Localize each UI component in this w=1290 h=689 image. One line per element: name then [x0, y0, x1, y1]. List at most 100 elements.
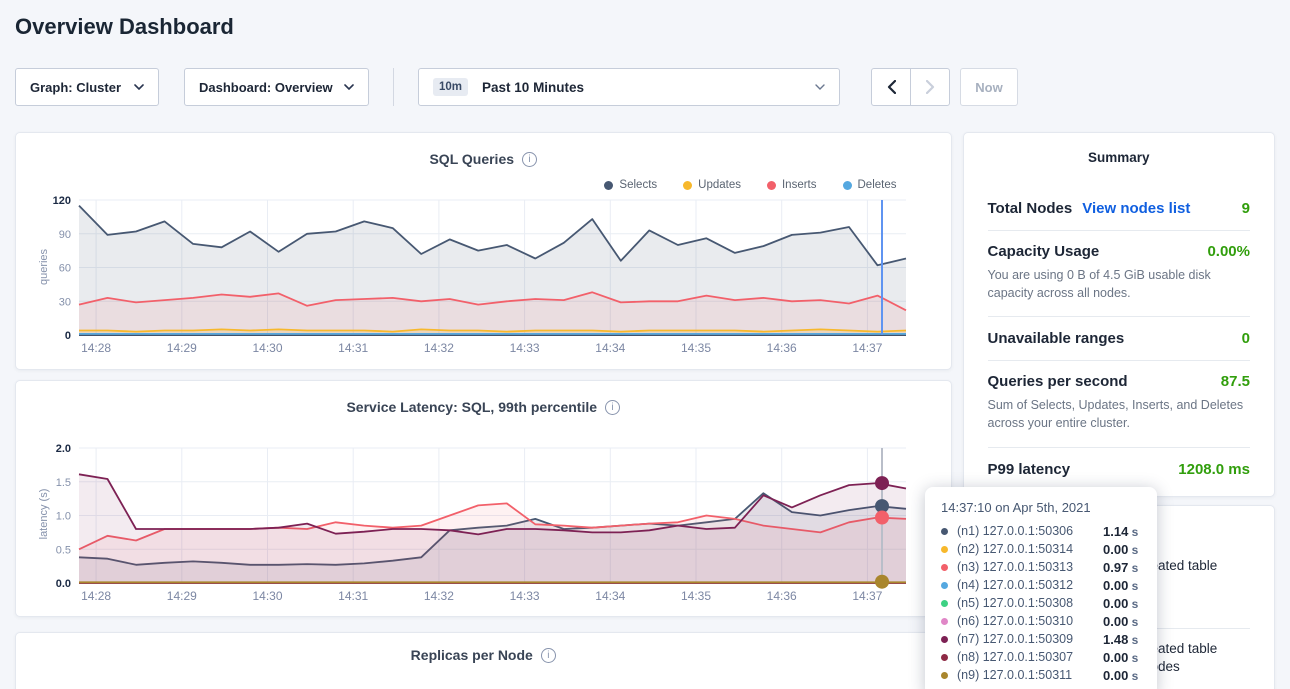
- tooltip-node-address: (n5) 127.0.0.1:50308: [957, 596, 1103, 610]
- summary-row-p99: P99 latency 1208.0 ms: [988, 448, 1251, 492]
- service-latency-chart[interactable]: 14:2814:2914:3014:3114:3214:3314:3414:35…: [16, 437, 961, 618]
- now-button[interactable]: Now: [960, 68, 1018, 106]
- tooltip-node-value: 1.48 s: [1103, 632, 1138, 647]
- time-range-dropdown[interactable]: 10m Past 10 Minutes: [418, 68, 840, 106]
- replicas-per-node-panel: Replicas per Node i: [15, 632, 952, 689]
- svg-text:30: 30: [59, 296, 71, 308]
- tooltip-node-value: 0.00 s: [1103, 578, 1138, 593]
- tooltip-node-address: (n9) 127.0.0.1:50311: [957, 668, 1103, 682]
- svg-text:14:34: 14:34: [595, 341, 625, 355]
- tooltip-node-value: 0.00 s: [1103, 542, 1138, 557]
- node-dot-icon: [941, 618, 948, 625]
- chart-hover-tooltip: 14:37:10 on Apr 5th, 2021 (n1) 127.0.0.1…: [925, 487, 1157, 689]
- tooltip-node-row: (n9) 127.0.0.1:503110.00 s: [941, 666, 1141, 684]
- tooltip-node-address: (n7) 127.0.0.1:50309: [957, 632, 1103, 646]
- tooltip-node-value: 0.00 s: [1103, 596, 1138, 611]
- tooltip-rows: (n1) 127.0.0.1:503061.14 s(n2) 127.0.0.1…: [941, 522, 1141, 684]
- time-next-button[interactable]: [910, 68, 950, 106]
- tooltip-node-address: (n4) 127.0.0.1:50312: [957, 578, 1103, 592]
- node-dot-icon: [941, 654, 948, 661]
- chevron-left-icon: [887, 80, 896, 94]
- graph-dropdown-label: Graph: Cluster: [30, 80, 121, 95]
- charts-column: SQL Queries i SelectsUpdatesInsertsDelet…: [15, 132, 952, 689]
- svg-text:14:33: 14:33: [510, 589, 540, 603]
- svg-text:2.0: 2.0: [56, 443, 71, 455]
- svg-text:14:28: 14:28: [81, 589, 111, 603]
- tooltip-node-row: (n3) 127.0.0.1:503130.97 s: [941, 558, 1141, 576]
- svg-text:14:30: 14:30: [252, 341, 282, 355]
- chevron-right-icon: [926, 80, 935, 94]
- node-dot-icon: [941, 546, 948, 553]
- svg-text:1.0: 1.0: [56, 511, 71, 523]
- svg-text:14:29: 14:29: [167, 341, 197, 355]
- page-title: Overview Dashboard: [15, 14, 1290, 40]
- tooltip-node-address: (n6) 127.0.0.1:50310: [957, 614, 1103, 628]
- chevron-down-icon: [134, 84, 144, 90]
- tooltip-node-row: (n8) 127.0.0.1:503070.00 s: [941, 648, 1141, 666]
- node-dot-icon: [941, 636, 948, 643]
- tooltip-node-value: 1.14 s: [1103, 524, 1138, 539]
- tooltip-node-address: (n1) 127.0.0.1:50306: [957, 524, 1103, 538]
- p99-latency-value: 1208.0 ms: [1178, 461, 1250, 478]
- dashboard-dropdown[interactable]: Dashboard: Overview: [184, 68, 369, 106]
- svg-text:14:36: 14:36: [767, 341, 797, 355]
- summary-row-capacity: Capacity Usage 0.00% You are using 0 B o…: [988, 231, 1251, 317]
- chart-title: Service Latency: SQL, 99th percentile: [346, 399, 597, 415]
- summary-panel: Summary Total Nodes View nodes list 9 Ca…: [963, 132, 1276, 497]
- chevron-down-icon: [815, 84, 825, 90]
- svg-text:14:29: 14:29: [167, 589, 197, 603]
- controls-row: Graph: Cluster Dashboard: Overview 10m P…: [15, 68, 1290, 106]
- service-latency-panel: Service Latency: SQL, 99th percentile i …: [15, 380, 952, 617]
- capacity-label: Capacity Usage: [988, 243, 1100, 260]
- graph-dropdown[interactable]: Graph: Cluster: [15, 68, 159, 106]
- tooltip-node-row: (n5) 127.0.0.1:503080.00 s: [941, 594, 1141, 612]
- chart-title: SQL Queries: [429, 151, 514, 167]
- svg-text:14:37: 14:37: [852, 341, 882, 355]
- tooltip-node-value: 0.97 s: [1103, 560, 1138, 575]
- tooltip-node-address: (n2) 127.0.0.1:50314: [957, 542, 1103, 556]
- info-icon[interactable]: i: [605, 400, 620, 415]
- tooltip-node-row: (n4) 127.0.0.1:503120.00 s: [941, 576, 1141, 594]
- svg-text:14:28: 14:28: [81, 341, 111, 355]
- tooltip-node-row: (n1) 127.0.0.1:503061.14 s: [941, 522, 1141, 540]
- time-prev-button[interactable]: [871, 68, 911, 106]
- svg-text:14:33: 14:33: [510, 341, 540, 355]
- time-range-badge: 10m: [433, 78, 468, 96]
- info-icon[interactable]: i: [541, 648, 556, 663]
- qps-value: 87.5: [1221, 373, 1250, 390]
- svg-text:90: 90: [59, 229, 71, 241]
- svg-text:14:34: 14:34: [595, 589, 625, 603]
- svg-text:14:31: 14:31: [338, 341, 368, 355]
- event-row-fragment[interactable]: eated table: [1151, 558, 1218, 573]
- node-dot-icon: [941, 600, 948, 607]
- view-nodes-list-link[interactable]: View nodes list: [1082, 200, 1190, 217]
- svg-text:0: 0: [65, 330, 71, 342]
- node-dot-icon: [941, 582, 948, 589]
- total-nodes-label: Total Nodes: [988, 200, 1073, 217]
- summary-row-total-nodes: Total Nodes View nodes list 9: [988, 187, 1251, 231]
- summary-row-qps: Queries per second 87.5 Sum of Selects, …: [988, 361, 1251, 447]
- svg-text:1.5: 1.5: [56, 477, 71, 489]
- svg-text:14:31: 14:31: [338, 589, 368, 603]
- event-row-fragment[interactable]: eated table: [1151, 641, 1218, 656]
- dashboard-dropdown-label: Dashboard: Overview: [199, 80, 333, 95]
- tooltip-node-value: 0.00 s: [1103, 614, 1138, 629]
- capacity-subtitle: You are using 0 B of 4.5 GiB usable disk…: [988, 266, 1251, 302]
- node-dot-icon: [941, 564, 948, 571]
- svg-text:14:37: 14:37: [852, 589, 882, 603]
- svg-text:14:32: 14:32: [424, 341, 454, 355]
- unavailable-ranges-value: 0: [1242, 330, 1250, 347]
- summary-row-unavailable: Unavailable ranges 0: [988, 317, 1251, 361]
- qps-label: Queries per second: [988, 373, 1128, 390]
- node-dot-icon: [941, 528, 948, 535]
- chart-title: Replicas per Node: [411, 647, 533, 663]
- svg-text:14:30: 14:30: [252, 589, 282, 603]
- info-icon[interactable]: i: [522, 152, 537, 167]
- tooltip-node-address: (n8) 127.0.0.1:50307: [957, 650, 1103, 664]
- svg-text:0.0: 0.0: [56, 578, 71, 590]
- sql-queries-chart[interactable]: 14:2814:2914:3014:3114:3214:3314:3414:35…: [16, 189, 961, 370]
- svg-text:0.5: 0.5: [56, 544, 71, 556]
- node-dot-icon: [941, 672, 948, 679]
- tooltip-node-address: (n3) 127.0.0.1:50313: [957, 560, 1103, 574]
- unavailable-ranges-label: Unavailable ranges: [988, 330, 1125, 347]
